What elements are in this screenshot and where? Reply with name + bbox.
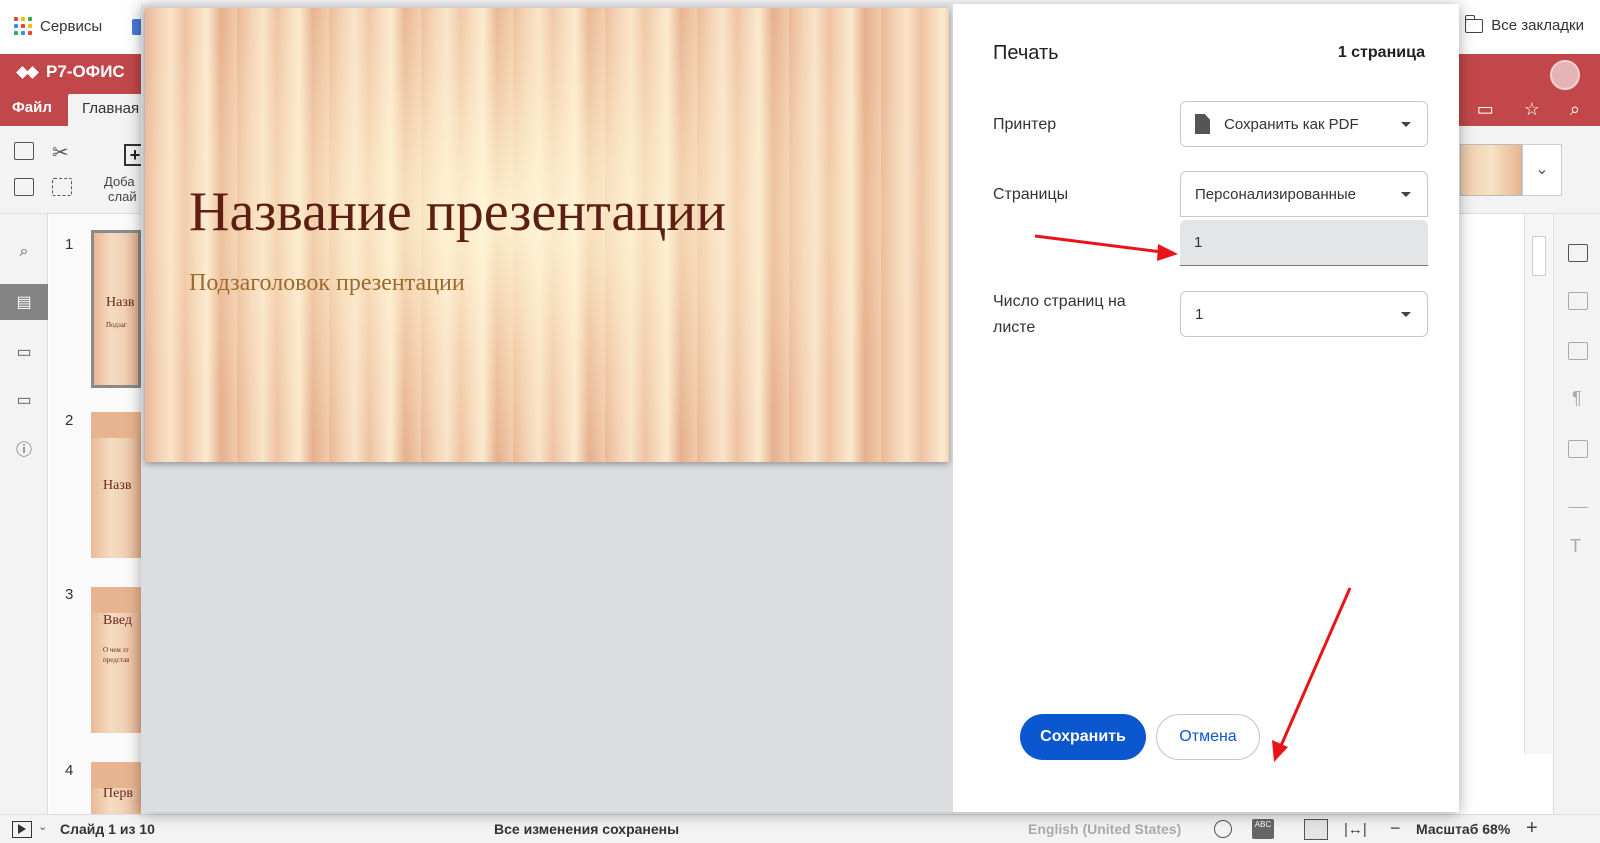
cancel-button[interactable]: Отмена — [1156, 714, 1260, 760]
header-icons: ▭ ☆ ⌕ — [1477, 99, 1580, 120]
app-logo: Р7-ОФИС — [16, 62, 125, 82]
add-slide-label[interactable]: Доба слай — [104, 174, 137, 204]
printer-value: Сохранить как PDF — [1224, 115, 1359, 133]
folder-open-icon[interactable]: ▭ — [1477, 99, 1494, 120]
scissors-icon[interactable]: ✂ — [52, 140, 69, 165]
custom-pages-input[interactable]: 1 — [1180, 220, 1428, 266]
image-settings-icon[interactable] — [1568, 342, 1588, 360]
bookmark-services[interactable]: Сервисы — [14, 17, 102, 35]
chat-icon[interactable]: ▭ — [0, 382, 48, 418]
zoom-out-icon[interactable]: − — [1390, 818, 1401, 839]
printer-select[interactable]: Сохранить как PDF — [1180, 101, 1428, 147]
pages-label: Страницы — [993, 186, 1069, 203]
layout-preview[interactable] — [1460, 144, 1522, 196]
thumb-title: Введ — [103, 613, 133, 628]
bookmark-services-label: Сервисы — [40, 17, 103, 35]
slide-thumbnail-4[interactable]: Перв — [91, 762, 141, 814]
fit-to-width-icon[interactable]: |↔| — [1344, 821, 1367, 838]
logo-icon — [16, 64, 40, 80]
pages-value: Персонализированные — [1195, 185, 1357, 203]
pages-select[interactable]: Персонализированные — [1180, 171, 1428, 217]
preview-slide-subtitle: Подзаголовок презентации — [189, 270, 465, 296]
status-bar: ⌄ Слайд 1 из 10 Все изменения сохранены … — [0, 814, 1600, 843]
fit-to-slide-icon[interactable] — [1304, 819, 1328, 840]
slide-thumbnails: 1 Назв Подзаг 2 Назв 3 Введ О чем эт пре… — [49, 214, 141, 814]
thumb-title: Назв — [106, 295, 135, 310]
play-slideshow-icon[interactable] — [12, 821, 32, 838]
preview-slide: Название презентации Подзаголовок презен… — [145, 8, 949, 462]
thumb-title: Назв — [103, 478, 132, 493]
chevron-down-icon[interactable]: ⌄ — [38, 820, 47, 833]
dropdown-caret-icon — [1401, 312, 1411, 317]
shape-settings-icon[interactable] — [1568, 292, 1588, 310]
print-settings-panel: Печать 1 страница Принтер Сохранить как … — [953, 4, 1459, 812]
thumb-number: 1 — [65, 236, 74, 253]
zoom-level: Масштаб 68% — [1416, 821, 1511, 837]
right-rail: ¶ T — [1553, 214, 1600, 814]
slide-thumbnail-1[interactable]: Назв Подзаг — [91, 230, 141, 388]
pages-per-sheet-select[interactable]: 1 — [1180, 291, 1428, 337]
text-art-settings-icon[interactable]: T — [1570, 536, 1581, 557]
search-icon[interactable]: ⌕ — [0, 234, 48, 270]
thumb-body: О чем эт представ — [103, 646, 130, 664]
thumb-subtitle: Подзаг — [106, 321, 127, 329]
save-button[interactable]: Сохранить — [1020, 714, 1146, 760]
save-status: Все изменения сохранены — [494, 821, 680, 837]
paste-icon[interactable] — [14, 178, 34, 196]
thumb-title: Перв — [103, 786, 133, 801]
all-bookmarks-label: Все закладки — [1491, 17, 1584, 34]
print-title: Печать — [993, 42, 1059, 64]
globe-icon[interactable] — [1214, 820, 1232, 838]
slide-settings-icon[interactable] — [1568, 244, 1588, 262]
dropdown-caret-icon — [1401, 192, 1411, 197]
spellcheck-icon[interactable]: ABC — [1252, 819, 1274, 839]
document-icon — [1195, 114, 1210, 134]
thumb-number: 3 — [65, 586, 74, 603]
copy-icon[interactable] — [14, 142, 34, 160]
select-all-icon[interactable] — [52, 178, 72, 196]
layout-dropdown-chevron-icon[interactable]: ⌄ — [1522, 144, 1562, 196]
logo-text: Р7-ОФИС — [46, 62, 125, 81]
preview-slide-title: Название презентации — [189, 181, 727, 243]
info-icon[interactable]: ⓘ — [0, 430, 48, 466]
zoom-in-icon[interactable]: + — [1526, 817, 1538, 840]
folder-icon — [1464, 14, 1484, 33]
slides-panel-icon[interactable]: ▤ — [0, 284, 48, 320]
search-icon[interactable]: ⌕ — [1570, 99, 1580, 120]
pages-per-sheet-value: 1 — [1195, 305, 1204, 323]
slide-thumbnail-2[interactable]: Назв — [91, 412, 141, 558]
page-count: 1 страница — [1337, 44, 1425, 61]
comments-icon[interactable]: ▭ — [0, 334, 48, 370]
thumb-number: 2 — [65, 412, 74, 429]
scrollbar-thumb[interactable] — [1532, 236, 1546, 276]
left-rail: ⌕ ▤ ▭ ▭ ⓘ — [0, 214, 48, 814]
apps-grid-icon — [14, 17, 32, 35]
slide-thumbnail-3[interactable]: Введ О чем эт представ — [91, 587, 141, 733]
paragraph-settings-icon[interactable]: ¶ — [1572, 388, 1582, 409]
printer-label: Принтер — [993, 116, 1057, 133]
vertical-scrollbar[interactable] — [1524, 214, 1552, 754]
dropdown-caret-icon — [1401, 122, 1411, 127]
star-icon[interactable]: ☆ — [1524, 99, 1540, 120]
print-dialog: Название презентации Подзаголовок презен… — [141, 4, 1459, 812]
tab-file[interactable]: Файл — [12, 99, 52, 116]
all-bookmarks[interactable]: Все закладки — [1464, 14, 1584, 34]
language-selector[interactable]: English (United States) — [1028, 821, 1181, 837]
slide-counter: Слайд 1 из 10 — [60, 821, 155, 837]
avatar[interactable] — [1550, 60, 1580, 90]
pages-per-sheet-label: Число страниц на листе — [993, 293, 1126, 336]
print-preview: Название презентации Подзаголовок презен… — [141, 4, 953, 812]
thumb-number: 4 — [65, 762, 74, 779]
chart-settings-icon[interactable] — [1568, 490, 1588, 508]
table-settings-icon[interactable] — [1568, 440, 1588, 458]
